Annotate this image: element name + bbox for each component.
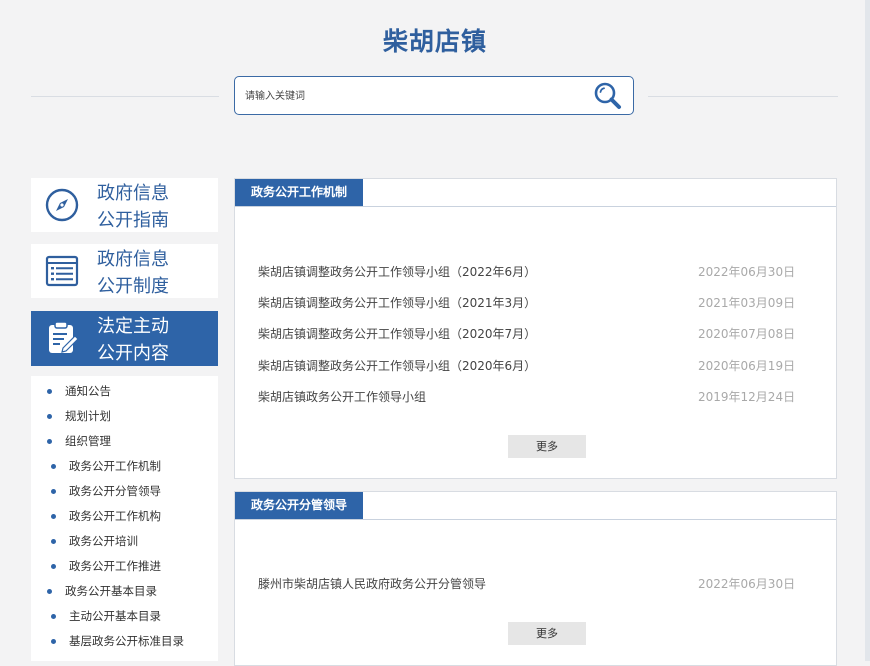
panel-work-mechanism: 政务公开工作机制 柴胡店镇调整政务公开工作领导小组（2022年6月） 2022年0… (234, 178, 837, 479)
bullet-icon (51, 564, 56, 569)
magnifier-icon (594, 82, 621, 109)
site-title: 柴胡店镇 (382, 27, 487, 56)
bullet-icon (51, 614, 56, 619)
bullet-icon (47, 439, 52, 444)
sidebar-card-label: 法定主动 公开内容 (97, 316, 169, 364)
sidebar-card-system[interactable]: 政府信息 公开制度 (31, 244, 218, 298)
list-item[interactable]: 柴胡店镇调整政务公开工作领导小组（2020年6月） 2020年06月19日 (258, 357, 798, 377)
bullet-icon (47, 389, 52, 394)
bullet-icon (51, 464, 56, 469)
list-item[interactable]: 柴胡店镇调整政务公开工作领导小组（2022年6月） 2022年06月30日 (258, 263, 798, 283)
compass-icon (45, 188, 79, 222)
sidebar-card-label: 政府信息 公开制度 (97, 249, 169, 297)
list-item[interactable]: 柴胡店镇政务公开工作领导小组 2019年12月24日 (258, 388, 798, 408)
sidebar-submenu: 通知公告 规划计划 组织管理 政务公开工作机制 政务公开分管领导 政务公开工作机… (31, 376, 218, 661)
list-document-icon (45, 255, 79, 287)
header-divider-left (31, 96, 219, 97)
more-button[interactable]: 更多 (508, 435, 586, 458)
list-item[interactable]: 柴胡店镇调整政务公开工作领导小组（2020年7月） 2020年07月08日 (258, 325, 798, 345)
list-item[interactable]: 柴胡店镇调整政务公开工作领导小组（2021年3月） 2021年03月09日 (258, 294, 798, 314)
search-bar (234, 76, 634, 115)
panel-title: 政务公开工作机制 (235, 179, 364, 206)
list-item[interactable]: 滕州市柴胡店镇人民政府政务公开分管领导 2022年06月30日 (258, 575, 798, 595)
bullet-icon (51, 639, 56, 644)
panel-header: 政务公开工作机制 (235, 179, 836, 207)
bullet-icon (51, 514, 56, 519)
sidebar-card-label: 政府信息 公开指南 (97, 183, 169, 231)
header-divider-right (648, 96, 838, 97)
sidebar-card-active-content[interactable]: 法定主动 公开内容 (31, 311, 218, 366)
clipboard-edit-icon (49, 321, 79, 353)
panel-header: 政务公开分管领导 (235, 492, 836, 520)
bullet-icon (51, 489, 56, 494)
sidebar-card-guide[interactable]: 政府信息 公开指南 (31, 178, 218, 232)
panel-title: 政务公开分管领导 (235, 492, 364, 519)
search-input[interactable] (245, 86, 575, 106)
search-button[interactable] (593, 81, 623, 111)
bullet-icon (47, 414, 52, 419)
bullet-icon (47, 589, 52, 594)
right-frame-edge (865, 0, 870, 661)
panel-leader: 政务公开分管领导 滕州市柴胡店镇人民政府政务公开分管领导 2022年06月30日 … (234, 491, 837, 666)
more-button[interactable]: 更多 (508, 622, 586, 645)
bullet-icon (51, 539, 56, 544)
